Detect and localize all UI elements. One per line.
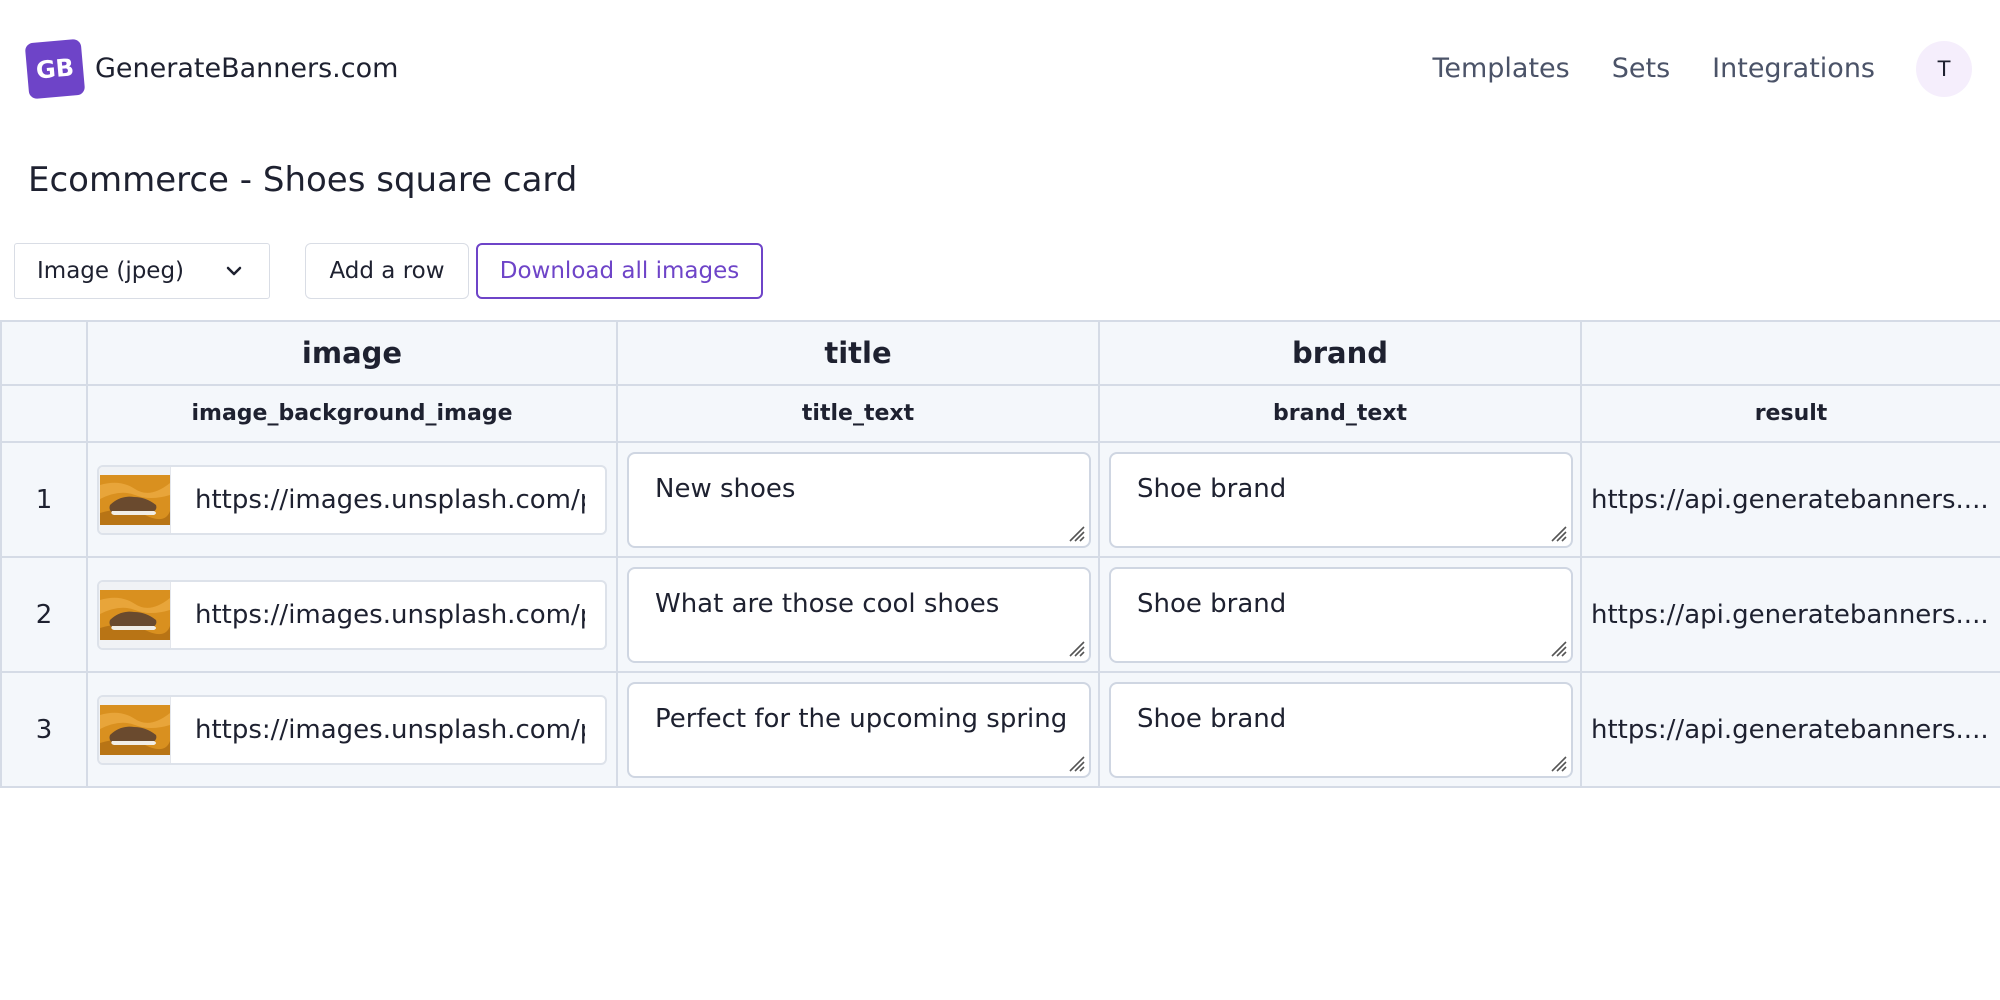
image-url-field[interactable]: https://images.unsplash.com/p [97,695,607,765]
row-number: 1 [35,484,53,515]
resize-grip-icon[interactable] [1066,638,1086,658]
corner-cell [0,320,88,386]
group-header-title: title [618,320,1100,386]
group-header-brand: brand [1100,320,1582,386]
top-navbar: GB GenerateBanners.com Templates Sets In… [0,0,2000,142]
brand-text-value: Shoe brand [1137,474,1287,504]
download-all-button[interactable]: Download all images [476,243,763,299]
title-text-value: New shoes [655,474,796,504]
corner-cell [0,386,88,443]
image-url-input[interactable]: https://images.unsplash.com/p [195,467,585,533]
brand-text-input[interactable]: Shoe brand [1109,567,1573,663]
resize-grip-icon[interactable] [1548,753,1568,773]
resize-grip-icon[interactable] [1548,638,1568,658]
shoe-thumbnail [99,697,171,763]
resize-grip-icon[interactable] [1066,523,1086,543]
page-title: Ecommerce - Shoes square card [28,160,578,200]
format-select[interactable]: Image (jpeg) [14,243,270,299]
shoe-thumbnail [99,582,171,648]
format-selected-value: Image (jpeg) [37,258,185,284]
column-header: image_background_image [88,386,618,443]
title-text-input[interactable]: What are those cool shoes [627,567,1091,663]
brand-text-input[interactable]: Shoe brand [1109,452,1573,548]
table-row: 1 https://images.unsplash.com/p New shoe… [0,443,2000,558]
group-header-row: image title brand [0,320,2000,386]
row-number: 3 [35,714,53,745]
brand-name[interactable]: GenerateBanners.com [95,53,398,84]
title-text-input[interactable]: New shoes [627,452,1091,548]
image-url-input[interactable]: https://images.unsplash.com/p [195,697,585,763]
brand-text-value: Shoe brand [1137,589,1287,619]
add-row-button[interactable]: Add a row [305,243,469,299]
image-url-input[interactable]: https://images.unsplash.com/p [195,582,585,648]
resize-grip-icon[interactable] [1548,523,1568,543]
title-text-value: What are those cool shoes [655,589,1000,619]
nav-integrations-link[interactable]: Integrations [1712,53,1875,84]
brand-text-input[interactable]: Shoe brand [1109,682,1573,778]
main-nav: Templates Sets Integrations [1432,53,1875,84]
image-url-field[interactable]: https://images.unsplash.com/p [97,465,607,535]
resize-grip-icon[interactable] [1066,753,1086,773]
result-link[interactable]: https://api.generatebanners.... [1591,673,1991,786]
brand-text-value: Shoe brand [1137,704,1287,734]
nav-sets-link[interactable]: Sets [1612,53,1670,84]
shoe-thumbnail [99,467,171,533]
nav-templates-link[interactable]: Templates [1432,53,1569,84]
logo-icon[interactable]: GB [24,38,86,100]
title-text-value: Perfect for the upcoming spring [655,704,1068,734]
group-header-empty [1582,320,2000,386]
result-link[interactable]: https://api.generatebanners.... [1591,558,1991,671]
row-number: 2 [35,599,53,630]
table-row: 2 https://images.unsplash.com/p What are… [0,558,2000,673]
title-text-input[interactable]: Perfect for the upcoming spring [627,682,1091,778]
image-url-field[interactable]: https://images.unsplash.com/p [97,580,607,650]
group-header-image: image [88,320,618,386]
column-header: title_text [618,386,1100,443]
column-header-row: image_background_image title_text brand_… [0,386,2000,443]
result-link[interactable]: https://api.generatebanners.... [1591,443,1991,556]
user-avatar[interactable]: T [1916,41,1972,97]
column-header: brand_text [1100,386,1582,443]
chevron-down-icon [226,266,242,276]
table-row: 3 https://images.unsplash.com/p Perfect … [0,673,2000,788]
column-header: result [1582,386,2000,443]
